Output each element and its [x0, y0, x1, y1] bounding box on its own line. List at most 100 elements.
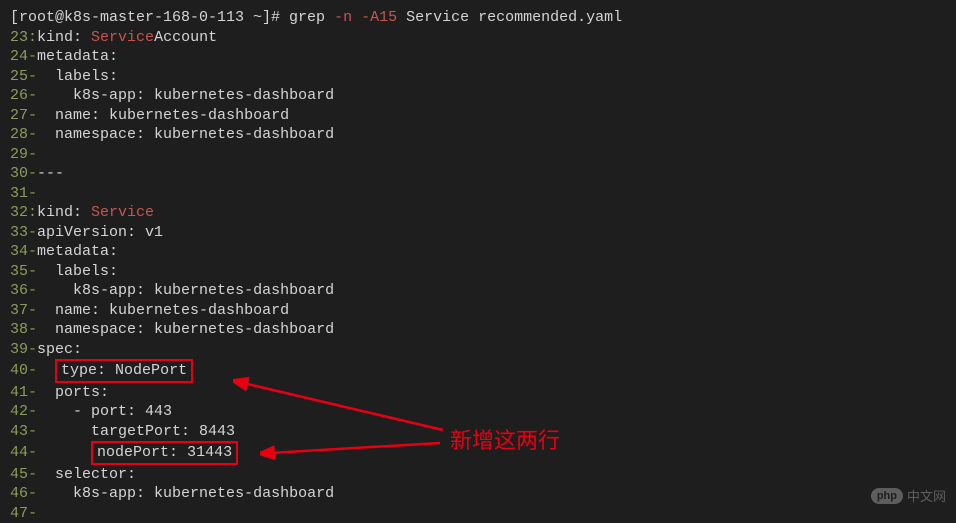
line-content: ports: [37, 384, 109, 401]
output-line-42: 42- - port: 443 [10, 402, 946, 422]
line-content: - port: 443 [37, 403, 172, 420]
output-line-28: 28- namespace: kubernetes-dashboard [10, 125, 946, 145]
line-separator: - [28, 224, 37, 241]
line-separator: - [28, 48, 37, 65]
line-number: 33 [10, 224, 28, 241]
line-number: 45 [10, 466, 28, 483]
output-line-36: 36- k8s-app: kubernetes-dashboard [10, 281, 946, 301]
watermark: php 中文网 [871, 486, 946, 505]
line-separator: - [28, 263, 37, 280]
line-number: 39 [10, 341, 28, 358]
line-content: kind: [37, 204, 91, 221]
line-separator: - [28, 466, 37, 483]
grep-match: Service [91, 204, 154, 221]
output-line-46: 46- k8s-app: kubernetes-dashboard [10, 484, 946, 504]
line-number: 29 [10, 146, 28, 163]
output-line-39: 39-spec: [10, 340, 946, 360]
command-args: Service recommended.yaml [397, 9, 622, 26]
line-separator: - [28, 87, 37, 104]
output-line-31: 31- [10, 184, 946, 204]
line-number: 23 [10, 29, 28, 46]
command-opts: -n -A15 [334, 9, 397, 26]
line-content: targetPort: 8443 [37, 423, 235, 440]
output-line-33: 33-apiVersion: v1 [10, 223, 946, 243]
line-content: metadata: [37, 243, 118, 260]
line-separator: - [28, 126, 37, 143]
line-separator: - [28, 302, 37, 319]
line-content: apiVersion: v1 [37, 224, 163, 241]
line-separator: - [28, 403, 37, 420]
output-line-25: 25- labels: [10, 67, 946, 87]
line-separator: - [28, 444, 37, 461]
line-number: 44 [10, 444, 28, 461]
output-line-26: 26- k8s-app: kubernetes-dashboard [10, 86, 946, 106]
line-separator: - [28, 341, 37, 358]
line-separator: - [28, 68, 37, 85]
line-separator: : [28, 204, 37, 221]
line-separator: - [28, 243, 37, 260]
line-separator: - [28, 185, 37, 202]
line-number: 36 [10, 282, 28, 299]
line-number: 35 [10, 263, 28, 280]
annotation-label: 新增这两行 [450, 423, 560, 455]
line-content: name: kubernetes-dashboard [37, 302, 289, 319]
line-separator: - [28, 485, 37, 502]
output-line-34: 34-metadata: [10, 242, 946, 262]
line-number: 27 [10, 107, 28, 124]
line-number: 37 [10, 302, 28, 319]
line-content: namespace: kubernetes-dashboard [37, 321, 334, 338]
line-number: 43 [10, 423, 28, 440]
line-number: 46 [10, 485, 28, 502]
line-content: labels: [37, 68, 118, 85]
output-line-29: 29- [10, 145, 946, 165]
line-content: kind: [37, 29, 91, 46]
output-line-47: 47- [10, 504, 946, 523]
line-content: metadata: [37, 48, 118, 65]
output-line-32: 32:kind: Service [10, 203, 946, 223]
highlighted-code-box: nodePort: 31443 [91, 441, 238, 465]
output-line-37: 37- name: kubernetes-dashboard [10, 301, 946, 321]
line-content: name: kubernetes-dashboard [37, 107, 289, 124]
line-separator: - [28, 321, 37, 338]
line-separator: - [28, 423, 37, 440]
line-separator: - [28, 505, 37, 522]
line-number: 26 [10, 87, 28, 104]
output-line-23: 23:kind: ServiceAccount [10, 28, 946, 48]
output-line-27: 27- name: kubernetes-dashboard [10, 106, 946, 126]
line-suffix: Account [154, 29, 217, 46]
output-line-38: 38- namespace: kubernetes-dashboard [10, 320, 946, 340]
command-prompt-line: [root@k8s-master-168-0-113 ~]# grep -n -… [10, 8, 946, 28]
line-number: 31 [10, 185, 28, 202]
output-line-30: 30---- [10, 164, 946, 184]
line-separator: - [28, 165, 37, 182]
output-line-41: 41- ports: [10, 383, 946, 403]
line-content [37, 362, 55, 379]
output-line-40: 40- type: NodePort [10, 359, 946, 383]
line-separator: - [28, 146, 37, 163]
watermark-text: 中文网 [907, 486, 946, 505]
line-content: namespace: kubernetes-dashboard [37, 126, 334, 143]
line-content: selector: [37, 466, 136, 483]
line-number: 42 [10, 403, 28, 420]
line-number: 28 [10, 126, 28, 143]
line-number: 25 [10, 68, 28, 85]
line-content: k8s-app: kubernetes-dashboard [37, 485, 334, 502]
highlighted-code-box: type: NodePort [55, 359, 193, 383]
line-number: 47 [10, 505, 28, 522]
line-separator: - [28, 362, 37, 379]
output-line-45: 45- selector: [10, 465, 946, 485]
terminal-output: [root@k8s-master-168-0-113 ~]# grep -n -… [10, 8, 946, 523]
line-separator: - [28, 384, 37, 401]
line-content: k8s-app: kubernetes-dashboard [37, 87, 334, 104]
line-separator: - [28, 107, 37, 124]
line-content: k8s-app: kubernetes-dashboard [37, 282, 334, 299]
line-number: 32 [10, 204, 28, 221]
line-number: 30 [10, 165, 28, 182]
line-content [37, 444, 91, 461]
line-number: 41 [10, 384, 28, 401]
line-content: --- [37, 165, 64, 182]
watermark-logo: php [871, 488, 903, 504]
output-line-24: 24-metadata: [10, 47, 946, 67]
line-number: 24 [10, 48, 28, 65]
line-number: 38 [10, 321, 28, 338]
